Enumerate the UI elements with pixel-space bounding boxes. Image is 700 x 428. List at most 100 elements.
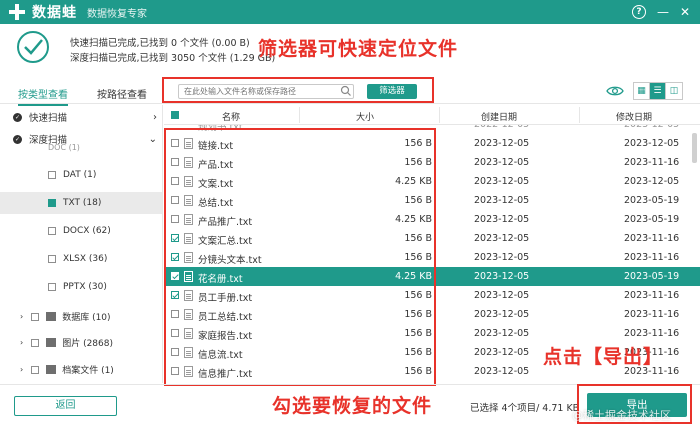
- app-logo-icon: [6, 1, 28, 23]
- file-created: 2023-12-05: [474, 138, 530, 149]
- database-icon: [46, 312, 57, 321]
- chevron-right-icon: ›: [20, 312, 24, 321]
- checkbox[interactable]: [48, 283, 56, 291]
- sidebar-type-dat[interactable]: DAT (1): [48, 170, 96, 180]
- eye-icon[interactable]: [606, 84, 624, 98]
- chevron-right-icon: ›: [20, 338, 24, 347]
- file-created: 2023-12-05: [474, 176, 530, 187]
- checkbox[interactable]: [48, 171, 56, 179]
- sidebar-item-label: 档案文件 (1): [62, 366, 114, 376]
- file-modified: 2023-12-05: [624, 176, 680, 187]
- column-divider: [439, 107, 440, 123]
- checkbox[interactable]: [48, 227, 56, 235]
- sidebar: ✓ 快速扫描 › ✓ 深度扫描 ⌄ DOC (1) DAT (1) TXT (1…: [0, 105, 163, 383]
- file-modified: 2023-05-19: [624, 195, 680, 206]
- file-modified: 2023-05-19: [624, 271, 680, 282]
- annotation-box-filter: [162, 77, 434, 103]
- selected-count: 已选择 4个项目/ 4.71 KB: [470, 403, 580, 414]
- sidebar-item-label: 图片 (2868): [62, 339, 113, 349]
- sidebar-item-label: 数据库 (10): [62, 313, 111, 323]
- file-created: 2023-12-05: [474, 195, 530, 206]
- minimize-button[interactable]: —: [654, 3, 672, 21]
- column-divider: [579, 107, 580, 123]
- detail-view-icon[interactable]: ◫: [666, 83, 682, 99]
- column-header-size[interactable]: 大小: [356, 110, 374, 123]
- sidebar-item-label: DOC (1): [48, 143, 80, 152]
- file-modified: 2023-11-16: [624, 290, 680, 301]
- chevron-right-icon: ›: [153, 111, 157, 123]
- title-bar: 数据蛙 数据恢复专家 ? — ✕: [0, 0, 700, 24]
- back-button[interactable]: 返回: [14, 396, 117, 416]
- file-modified: 2023-11-16: [624, 309, 680, 320]
- scan-complete-icon: [17, 31, 49, 63]
- column-header-created[interactable]: 创建日期: [481, 110, 517, 123]
- table-header: 名称 大小 创建日期 修改日期: [164, 105, 700, 125]
- checkbox[interactable]: [31, 338, 40, 347]
- sidebar-category-images[interactable]: › 图片 (2868): [20, 336, 113, 349]
- checkbox[interactable]: [48, 199, 56, 207]
- file-created: 2023-12-05: [474, 157, 530, 168]
- file-created: 2023-12-05: [474, 214, 530, 225]
- sidebar-type-txt[interactable]: TXT (18): [48, 198, 101, 208]
- sidebar-type-pptx[interactable]: PPTX (30): [48, 282, 107, 292]
- file-created: 2023-12-05: [474, 233, 530, 244]
- close-button[interactable]: ✕: [676, 3, 694, 21]
- sidebar-item-label: TXT (18): [63, 198, 102, 208]
- check-icon: ✓: [13, 112, 22, 122]
- column-divider: [299, 107, 300, 123]
- scan-status-area: 快速扫描已完成,已找到 0 个文件 (0.00 B) 深度扫描已完成,已找到 3…: [0, 24, 700, 74]
- archive-icon: [46, 365, 57, 374]
- tab-by-type[interactable]: 按类型查看: [18, 86, 68, 106]
- column-header-modified[interactable]: 修改日期: [616, 110, 652, 123]
- app-name: 数据蛙: [32, 5, 77, 21]
- tab-by-path[interactable]: 按路径查看: [97, 86, 147, 104]
- check-icon: ✓: [13, 134, 22, 144]
- chevron-right-icon: ›: [20, 365, 24, 374]
- file-created: 2022-12-05: [474, 125, 529, 130]
- sidebar-item-deep-scan[interactable]: ✓ 深度扫描 ⌄: [0, 129, 162, 149]
- list-view-icon[interactable]: ☰: [650, 83, 666, 99]
- sidebar-type-docx[interactable]: DOCX (62): [48, 226, 111, 236]
- checkbox[interactable]: [31, 365, 40, 374]
- quick-scan-status: 快速扫描已完成,已找到 0 个文件 (0.00 B): [70, 38, 250, 49]
- file-created: 2023-12-05: [474, 309, 530, 320]
- file-created: 2023-12-05: [474, 252, 530, 263]
- file-modified: 2023-11-16: [624, 233, 680, 244]
- sidebar-type-xlsx[interactable]: XLSX (36): [48, 254, 107, 264]
- help-button[interactable]: ?: [632, 5, 646, 19]
- table-scrollbar[interactable]: [692, 125, 697, 383]
- sidebar-item-label: DOCX (62): [63, 226, 111, 236]
- file-created: 2023-12-05: [474, 328, 530, 339]
- select-all-checkbox[interactable]: [171, 111, 179, 119]
- checkbox[interactable]: [31, 312, 40, 321]
- scrollbar-thumb[interactable]: [692, 133, 697, 163]
- file-modified: 2023-11-16: [624, 157, 680, 168]
- file-modified: 2023-12-05: [624, 138, 680, 149]
- column-header-name[interactable]: 名称: [222, 110, 240, 123]
- file-created: 2023-12-05: [474, 366, 530, 377]
- sidebar-item-label: DAT (1): [63, 170, 97, 180]
- annotation-export-hint: 点击【导出】: [543, 346, 664, 368]
- file-modified: 2023-12-05: [624, 125, 679, 130]
- file-created: 2023-12-05: [474, 347, 530, 358]
- file-created: 2023-12-05: [474, 271, 530, 282]
- watermark: @稀土掘金技术社区: [572, 409, 671, 422]
- file-modified: 2023-05-19: [624, 214, 680, 225]
- file-modified: 2023-11-16: [624, 252, 680, 263]
- annotation-box-select: [164, 128, 436, 386]
- file-created: 2023-12-05: [474, 290, 530, 301]
- sidebar-type-doc-partial[interactable]: DOC (1): [48, 143, 80, 152]
- grid-view-icon[interactable]: ▦: [634, 83, 650, 99]
- sidebar-category-archive[interactable]: › 档案文件 (1): [20, 363, 114, 376]
- app-subtitle: 数据恢复专家: [87, 8, 147, 20]
- checkbox[interactable]: [48, 255, 56, 263]
- image-icon: [46, 338, 57, 347]
- annotation-select-hint: 勾选要恢复的文件: [272, 395, 433, 417]
- chevron-down-icon: ⌄: [148, 133, 157, 145]
- sidebar-category-database[interactable]: › 数据库 (10): [20, 310, 111, 323]
- deep-scan-status: 深度扫描已完成,已找到 3050 个文件 (1.29 GB): [70, 53, 276, 64]
- sidebar-item-label: PPTX (30): [63, 282, 107, 292]
- file-modified: 2023-11-16: [624, 328, 680, 339]
- sidebar-item-quick-scan[interactable]: ✓ 快速扫描 ›: [0, 107, 162, 127]
- view-mode-group: ▦ ☰ ◫: [633, 82, 683, 100]
